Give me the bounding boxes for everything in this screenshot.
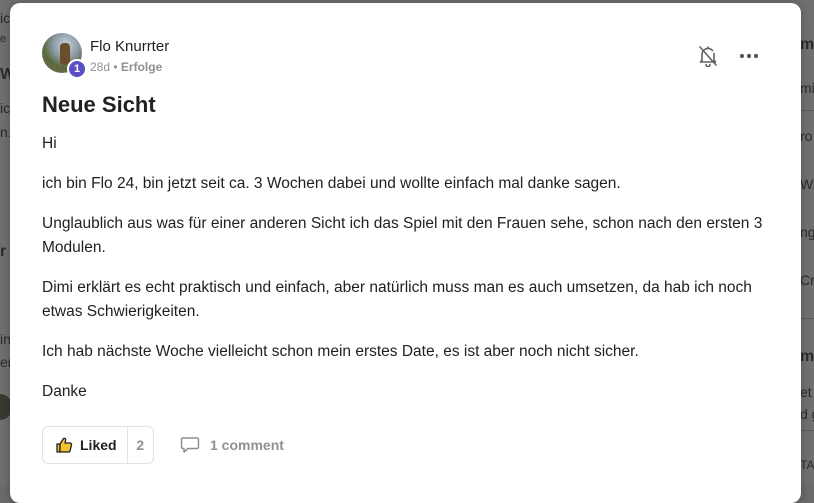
bg-fragment: Cr: [800, 272, 814, 288]
bg-fragment: W: [800, 176, 814, 192]
bg-divider: [800, 430, 814, 431]
background-page-right: mu mi ro W ng Cr mi et d g TA: [800, 0, 814, 485]
post-paragraph: Danke: [42, 383, 87, 400]
bg-fragment: mu: [800, 36, 814, 53]
comment-button[interactable]: 1 comment: [180, 426, 284, 464]
bg-fragment: TA: [800, 458, 814, 472]
post-meta: 28d • Erfolge: [90, 60, 162, 74]
like-label: Liked: [80, 437, 117, 453]
meta-separator: •: [113, 60, 118, 74]
bg-fragment: r: [0, 243, 7, 260]
post-paragraph: Ich hab nächste Woche vielleicht schon m…: [42, 343, 639, 360]
like-button[interactable]: Liked: [43, 427, 128, 463]
post-body: Hi ich bin Flo 24, bin jetzt seit ca. 3 …: [42, 132, 772, 420]
more-options-icon[interactable]: [737, 47, 761, 65]
bg-fragment: mi: [800, 348, 814, 365]
level-badge: 1: [67, 59, 87, 79]
post-paragraph: Hi: [42, 135, 57, 152]
post-time: 28d: [90, 60, 111, 74]
author-name[interactable]: Flo Knurrter: [90, 38, 169, 55]
post-paragraph: Dimi erklärt es echt praktisch und einfa…: [42, 279, 752, 320]
bg-fragment: ro: [800, 128, 813, 144]
comment-count-label: 1 comment: [210, 437, 284, 453]
bg-fragment: ng: [800, 224, 814, 240]
bg-fragment: d g: [800, 406, 814, 422]
bg-fragment: mi: [800, 80, 814, 96]
post-paragraph: ich bin Flo 24, bin jetzt seit ca. 3 Woc…: [42, 175, 621, 192]
like-count[interactable]: 2: [128, 437, 153, 453]
thumbs-up-icon: [55, 436, 73, 454]
post-modal: 1 Flo Knurrter 28d • Erfolge Neue Sicht …: [10, 3, 801, 503]
bg-fragment: ic: [0, 100, 11, 116]
like-control: Liked 2: [42, 426, 154, 464]
bg-divider: [800, 110, 814, 111]
post-paragraph: Unglaublich aus was für einer anderen Si…: [42, 215, 763, 256]
post-category[interactable]: Erfolge: [121, 60, 162, 74]
bg-divider: [800, 318, 814, 319]
post-title: Neue Sicht: [42, 92, 156, 117]
bell-off-icon[interactable]: [698, 45, 718, 67]
comment-icon: [180, 436, 200, 454]
bg-fragment: et: [800, 384, 812, 400]
